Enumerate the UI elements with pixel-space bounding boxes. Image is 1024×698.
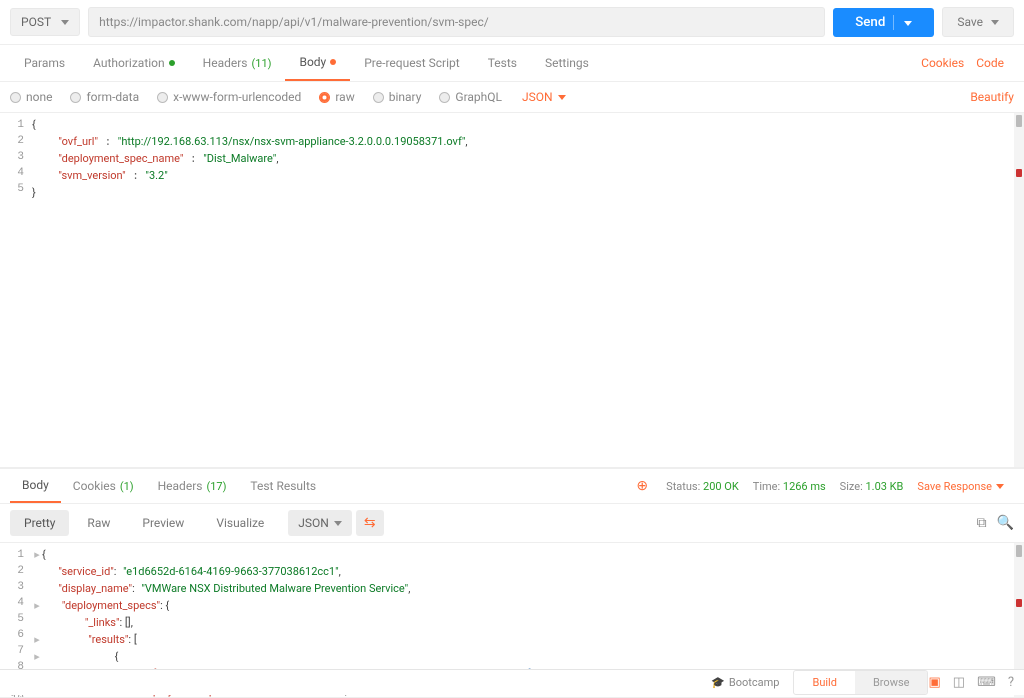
scrollbar[interactable] (1014, 113, 1024, 467)
save-button[interactable]: Save (942, 7, 1014, 37)
headers-label: Headers (203, 56, 248, 70)
cookies-link[interactable]: Cookies (921, 56, 964, 70)
tab-body[interactable]: Body (285, 45, 350, 81)
dot-icon (169, 60, 175, 66)
save-label: Save (957, 15, 983, 29)
radio-xform[interactable]: x-www-form-urlencoded (157, 90, 301, 104)
status-label: Status: 200 OK (666, 480, 739, 493)
chevron-down-icon (558, 95, 566, 100)
resp-tab-headers[interactable]: Headers (17) (146, 470, 239, 502)
auth-label: Authorization (93, 56, 165, 70)
graduation-icon: 🎓 (711, 676, 725, 689)
tab-headers[interactable]: Headers (11) (189, 46, 286, 80)
globe-icon[interactable] (636, 478, 652, 494)
size-label: Size: 1.03 KB (840, 480, 904, 493)
chevron-down-icon (61, 20, 69, 25)
radio-formdata[interactable]: form-data (70, 90, 139, 104)
save-response-button[interactable]: Save Response (917, 480, 1004, 493)
tab-tests[interactable]: Tests (474, 46, 531, 80)
panel-icon[interactable]: ▣ (928, 675, 940, 690)
mode-browse[interactable]: Browse (855, 671, 928, 694)
radio-binary[interactable]: binary (373, 90, 422, 104)
view-visualize[interactable]: Visualize (202, 510, 278, 536)
method-select[interactable]: POST (10, 8, 80, 36)
help-icon[interactable]: ? (1008, 675, 1014, 690)
content-type-select[interactable]: JSON (522, 90, 566, 104)
wrap-icon[interactable]: ⇆ (356, 510, 384, 536)
mode-build[interactable]: Build (794, 671, 854, 694)
tab-settings[interactable]: Settings (531, 46, 603, 80)
mode-toggle[interactable]: Build Browse (793, 670, 928, 695)
radio-raw[interactable]: raw (319, 90, 354, 104)
line-gutter: 12345 (0, 113, 32, 467)
url-input[interactable]: https://impactor.shank.com/napp/api/v1/m… (88, 7, 825, 37)
chevron-down-icon[interactable] (991, 20, 999, 25)
tab-prerequest[interactable]: Pre-request Script (350, 46, 473, 80)
beautify-link[interactable]: Beautify (970, 90, 1014, 104)
view-preview[interactable]: Preview (128, 510, 198, 536)
view-raw[interactable]: Raw (73, 510, 124, 536)
request-body-editor[interactable]: { "ovf_url" : "http://192.168.63.113/nsx… (32, 113, 1024, 467)
keyboard-icon[interactable]: ⌨ (977, 675, 996, 690)
chevron-down-icon (996, 484, 1004, 489)
body-label: Body (299, 55, 326, 69)
time-label: Time: 1266 ms (753, 480, 826, 493)
resp-tab-cookies[interactable]: Cookies (1) (61, 470, 146, 502)
panel-split-icon[interactable]: ◫ (953, 675, 965, 690)
search-icon[interactable]: 🔍 (997, 515, 1014, 531)
resp-tab-body[interactable]: Body (10, 469, 61, 503)
code-link[interactable]: Code (976, 56, 1004, 70)
headers-count: (11) (252, 57, 272, 70)
dot-icon (330, 59, 336, 65)
radio-graphql[interactable]: GraphQL (439, 90, 502, 104)
chevron-down-icon[interactable] (904, 21, 912, 26)
resp-format-select[interactable]: JSON (288, 510, 352, 536)
send-button[interactable]: Send (833, 8, 934, 37)
method-label: POST (21, 15, 51, 29)
radio-none[interactable]: none (10, 90, 52, 104)
tab-authorization[interactable]: Authorization (79, 46, 189, 80)
copy-icon[interactable]: ⧉ (977, 515, 987, 531)
resp-tab-tests[interactable]: Test Results (238, 470, 328, 502)
chevron-down-icon (334, 521, 342, 526)
bootcamp-link[interactable]: 🎓 Bootcamp (711, 676, 779, 689)
view-pretty[interactable]: Pretty (10, 510, 69, 536)
send-label: Send (855, 15, 885, 30)
tab-params[interactable]: Params (10, 46, 79, 80)
